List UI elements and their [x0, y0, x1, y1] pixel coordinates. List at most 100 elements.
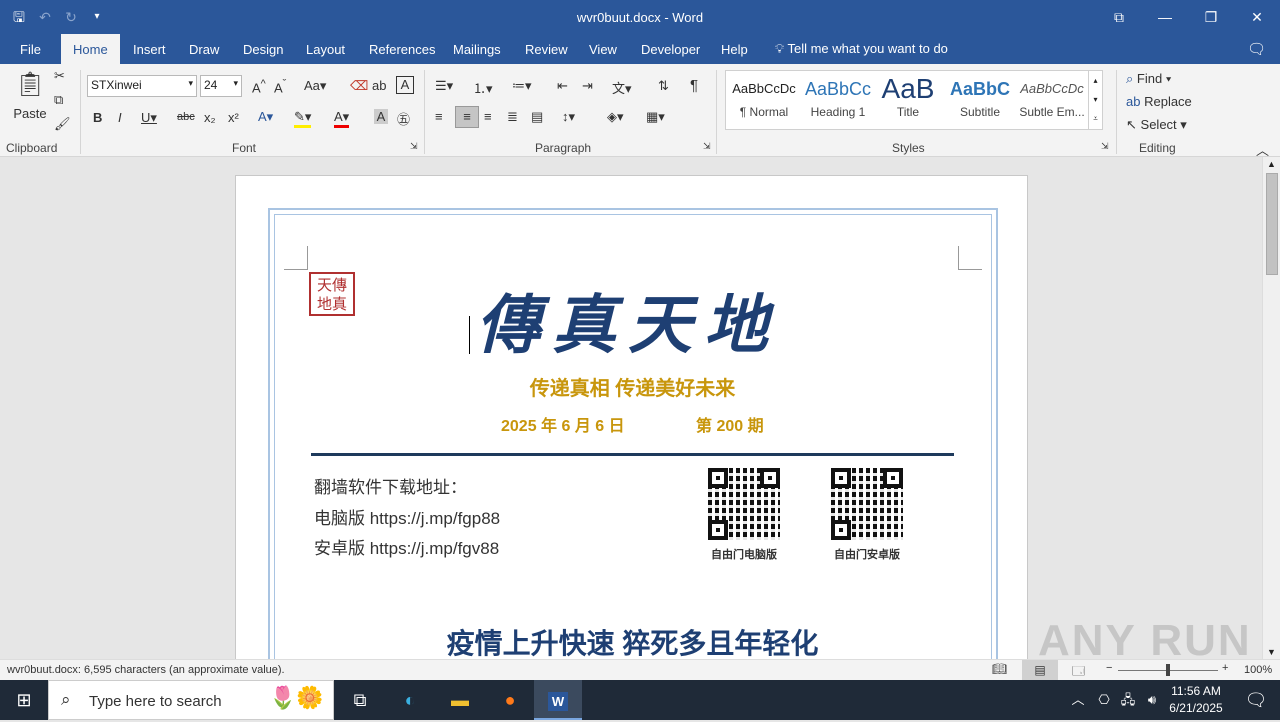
clock[interactable]: 11:56 AM 6/21/2025 [1166, 684, 1226, 715]
subscript-icon[interactable]: x₂ [204, 110, 216, 125]
font-name-value: STXinwei [91, 78, 142, 92]
select-button[interactable]: ↖ Select ▾ [1126, 117, 1196, 133]
replace-icon: ab [1126, 94, 1141, 109]
windows-start-icon[interactable]: ⊞ [0, 680, 48, 720]
style-preview: AaB [881, 73, 935, 104]
firefox-icon[interactable]: ● [486, 680, 534, 720]
enclose-characters-icon[interactable]: ㊄ [397, 109, 410, 128]
format-painter-icon[interactable]: 🖌︎ [54, 116, 71, 132]
read-mode-icon[interactable]: 📖︎ [992, 662, 1007, 676]
document-page[interactable]: 天傳地真 傳真天地 传递真相 传递美好未来 2025 年 6 月 6 日 第 2… [235, 175, 1028, 659]
tab-design[interactable]: Design [243, 42, 283, 57]
line-spacing-icon[interactable]: ↕▾ [562, 109, 575, 125]
bullets-icon[interactable]: ☰▾ [435, 78, 453, 94]
tab-developer[interactable]: Developer [641, 42, 700, 57]
text-effects-icon[interactable]: A▾ [258, 109, 273, 125]
comments-icon[interactable]: 🗨 [1247, 40, 1266, 58]
styles-dialog-launcher-icon[interactable]: ⇲ [1101, 141, 1109, 152]
font-name-box[interactable]: STXinwei ▾ [87, 75, 197, 97]
paste-button[interactable]: Paste [12, 106, 48, 121]
align-left-icon[interactable]: ≡ [435, 109, 443, 124]
paragraph-dialog-launcher-icon[interactable]: ⇲ [703, 141, 711, 152]
strikethrough-icon[interactable]: abc [177, 111, 195, 123]
decrease-indent-icon[interactable]: ⇤ [557, 78, 568, 94]
numbering-icon[interactable]: ⒈▾ [473, 78, 493, 97]
style-normal[interactable]: AaBbCcDc ¶ Normal [728, 71, 800, 129]
distributed-icon[interactable]: ▤ [531, 109, 543, 125]
chevron-up-icon[interactable]: ︿ [1066, 680, 1090, 720]
zoom-in-icon[interactable]: + [1222, 662, 1228, 674]
taskbar-search[interactable]: ⌕ Type here to search 🌷🌼 [48, 680, 334, 720]
restore-button[interactable]: ❐ [1188, 0, 1234, 34]
word-taskbar-icon[interactable]: W [534, 680, 582, 720]
asian-layout-icon[interactable]: 文▾ [612, 78, 632, 97]
font-size-value: 24 [204, 78, 218, 92]
center-icon[interactable]: ≡ [455, 106, 479, 128]
scroll-thumb[interactable] [1266, 173, 1278, 275]
ribbon-display-icon[interactable]: ⧉ [1096, 0, 1142, 34]
shrink-font-icon[interactable]: Aˇ [274, 78, 286, 95]
change-case-icon[interactable]: Aa▾ [304, 78, 326, 94]
network-icon[interactable]: 🖧 [1116, 680, 1140, 720]
superscript-icon[interactable]: x² [228, 110, 239, 125]
scroll-up-icon[interactable]: ▲ [1267, 159, 1276, 169]
scroll-down-icon[interactable]: ▼ [1267, 647, 1276, 657]
character-shading-icon[interactable]: A [374, 109, 388, 124]
tab-review[interactable]: Review [525, 42, 568, 57]
show-marks-icon[interactable]: ¶ [690, 77, 698, 94]
sort-icon[interactable]: ⇅ [658, 78, 669, 94]
borders-icon[interactable]: ▦▾ [646, 109, 665, 125]
print-layout-icon[interactable]: ▤ [1022, 660, 1058, 680]
find-button[interactable]: ⌕ Find ▾ [1126, 71, 1196, 87]
replace-button[interactable]: ab Replace [1126, 94, 1196, 109]
vertical-scrollbar[interactable]: ▲ ▼ [1262, 157, 1280, 659]
tab-draw[interactable]: Draw [189, 42, 219, 57]
style-subtle-emphasis[interactable]: AaBbCcDc Subtle Em... [1016, 71, 1088, 129]
styles-scroll[interactable]: ▴ ▾ ⩡ [1088, 71, 1102, 129]
cut-icon[interactable]: ✂ [54, 68, 65, 84]
grow-font-icon[interactable]: A^ [252, 78, 266, 95]
phonetic-guide-icon[interactable]: ab [372, 78, 386, 93]
style-heading-1[interactable]: AaBbCc Heading 1 [802, 71, 874, 129]
zoom-slider-thumb[interactable] [1166, 664, 1170, 676]
italic-icon[interactable]: I [118, 110, 122, 125]
volume-icon[interactable]: 🔊︎ [1140, 680, 1164, 720]
tab-file[interactable]: File [20, 42, 41, 57]
justify-icon[interactable]: ≣ [507, 109, 518, 125]
style-title[interactable]: AaB Title [872, 71, 944, 129]
multilevel-list-icon[interactable]: ≔▾ [512, 78, 532, 94]
paste-icon[interactable]: 📋︎ [14, 70, 46, 106]
tab-references[interactable]: References [369, 42, 435, 57]
close-button[interactable]: ✕ [1234, 0, 1280, 34]
tab-home[interactable]: Home [61, 34, 120, 64]
copy-icon[interactable]: ⧉ [54, 92, 63, 108]
task-view-icon[interactable]: ⧉ [336, 680, 384, 720]
bold-icon[interactable]: B [93, 110, 102, 125]
underline-icon[interactable]: U▾ [141, 110, 157, 126]
tab-mailings[interactable]: Mailings [453, 42, 501, 57]
font-size-box[interactable]: 24 ▾ [200, 75, 242, 97]
style-subtitle[interactable]: AaBbC Subtitle [944, 71, 1016, 129]
zoom-out-icon[interactable]: − [1106, 662, 1112, 674]
tab-view[interactable]: View [589, 42, 617, 57]
notifications-icon[interactable]: 🗨 [1232, 680, 1280, 720]
tab-layout[interactable]: Layout [306, 42, 345, 57]
document-area[interactable]: 天傳地真 傳真天地 传递真相 传递美好未来 2025 年 6 月 6 日 第 2… [0, 157, 1262, 659]
clear-formatting-icon[interactable]: ⌫ [350, 78, 368, 94]
highlight-icon[interactable]: ✎▾ [294, 109, 312, 128]
meet-now-icon[interactable]: ⎔ [1092, 680, 1116, 720]
tell-me-box[interactable]: 💡︎ Tell me what you want to do [775, 41, 948, 57]
shading-icon[interactable]: ◈▾ [607, 109, 624, 125]
edge-icon[interactable]: ◐ [386, 680, 434, 720]
tab-insert[interactable]: Insert [133, 42, 166, 57]
tab-help[interactable]: Help [721, 42, 748, 57]
font-color-icon[interactable]: A▾ [334, 109, 350, 128]
increase-indent-icon[interactable]: ⇥ [582, 78, 593, 94]
file-explorer-icon[interactable]: ▬ [436, 680, 484, 720]
minimize-button[interactable]: — [1142, 0, 1188, 34]
font-dialog-launcher-icon[interactable]: ⇲ [410, 141, 418, 152]
align-right-icon[interactable]: ≡ [484, 109, 492, 124]
character-border-icon[interactable]: A [396, 76, 414, 94]
zoom-level[interactable]: 100% [1244, 664, 1272, 676]
select-label: Select [1140, 117, 1177, 132]
